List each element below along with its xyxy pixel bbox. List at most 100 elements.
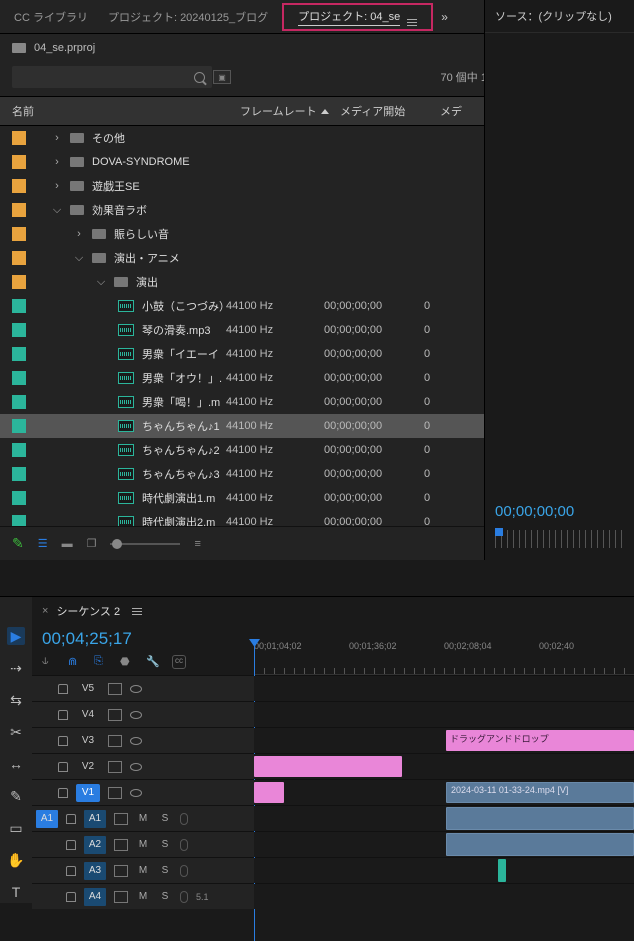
- label-color-swatch[interactable]: [12, 347, 26, 361]
- mute-button[interactable]: M: [136, 865, 150, 876]
- label-color-swatch[interactable]: [12, 251, 26, 265]
- tab-cc-library[interactable]: CC ライブラリ: [8, 5, 94, 29]
- snap-icon[interactable]: ⋒: [68, 655, 82, 669]
- hamburger-icon[interactable]: [407, 19, 417, 26]
- disclosure-arrow-icon[interactable]: ›: [74, 228, 84, 240]
- sequence-tab[interactable]: × シーケンス 2: [32, 597, 634, 625]
- thumbnail-size-slider[interactable]: [110, 543, 180, 545]
- track-content[interactable]: [254, 832, 634, 857]
- track-content[interactable]: 2024-03-11 01-33-24.mp4 [V]: [254, 780, 634, 805]
- timeline-audio-clip[interactable]: [446, 807, 634, 830]
- voiceover-mic-icon[interactable]: [180, 891, 188, 903]
- source-playhead[interactable]: [495, 528, 503, 536]
- lock-icon[interactable]: [66, 814, 76, 824]
- source-ruler[interactable]: [495, 530, 624, 548]
- lock-icon[interactable]: [58, 684, 68, 694]
- solo-button[interactable]: S: [158, 813, 172, 824]
- search-input[interactable]: [12, 66, 212, 88]
- timeline-clip[interactable]: ドラッグアンドドロップ: [446, 730, 634, 751]
- lock-icon[interactable]: [58, 710, 68, 720]
- marker-icon[interactable]: ⬣: [120, 655, 134, 669]
- insert-icon[interactable]: ⫝: [42, 655, 56, 669]
- voiceover-mic-icon[interactable]: [180, 839, 188, 851]
- track-content[interactable]: [254, 858, 634, 883]
- ripple-edit-tool[interactable]: ⇆: [7, 691, 25, 709]
- mute-button[interactable]: M: [136, 891, 150, 902]
- eye-icon[interactable]: [130, 763, 142, 771]
- lock-icon[interactable]: [58, 762, 68, 772]
- mute-button[interactable]: M: [136, 813, 150, 824]
- label-color-swatch[interactable]: [12, 371, 26, 385]
- sync-lock-icon[interactable]: [114, 891, 128, 903]
- lock-icon[interactable]: [66, 866, 76, 876]
- timeline-audio-clip[interactable]: [498, 859, 506, 882]
- slip-tool[interactable]: ↔: [7, 755, 25, 773]
- label-color-swatch[interactable]: [12, 203, 26, 217]
- eye-icon[interactable]: [130, 737, 142, 745]
- label-color-swatch[interactable]: [12, 323, 26, 337]
- pencil-icon[interactable]: ✎: [12, 535, 24, 552]
- new-search-bin-button[interactable]: ▣: [213, 70, 231, 84]
- list-view-button[interactable]: ☰: [38, 537, 48, 550]
- track-select-tool[interactable]: ⇢: [7, 659, 25, 677]
- icon-view-button[interactable]: ▬: [62, 538, 73, 550]
- timeline-clip[interactable]: [254, 782, 284, 803]
- freeform-view-button[interactable]: ❐: [87, 537, 97, 550]
- eye-icon[interactable]: [130, 711, 142, 719]
- timeline-clip[interactable]: [254, 756, 402, 777]
- timeline-audio-clip[interactable]: [446, 833, 634, 856]
- label-color-swatch[interactable]: [12, 443, 26, 457]
- video-track-target[interactable]: V3: [76, 732, 100, 750]
- sort-menu-icon[interactable]: ≡: [194, 538, 200, 550]
- timeline-clip[interactable]: 2024-03-11 01-33-24.mp4 [V]: [446, 782, 634, 803]
- audio-track-target[interactable]: A2: [84, 836, 106, 854]
- sync-lock-icon[interactable]: [114, 865, 128, 877]
- label-color-swatch[interactable]: [12, 299, 26, 313]
- col-framerate[interactable]: フレームレート: [240, 103, 340, 119]
- razor-tool[interactable]: ✂: [7, 723, 25, 741]
- label-color-swatch[interactable]: [12, 515, 26, 526]
- col-media-start[interactable]: メディア開始: [340, 103, 440, 119]
- label-color-swatch[interactable]: [12, 131, 26, 145]
- source-timecode[interactable]: 00;00;00;00: [485, 493, 634, 530]
- label-color-swatch[interactable]: [12, 395, 26, 409]
- timeline-ruler[interactable]: 00;01;04;02 00;01;36;02 00;02;08;04 00;0…: [254, 641, 634, 675]
- linked-selection-icon[interactable]: ⎘: [94, 655, 108, 669]
- disclosure-arrow-icon[interactable]: ⌵: [52, 204, 62, 217]
- lock-icon[interactable]: [58, 736, 68, 746]
- label-color-swatch[interactable]: [12, 227, 26, 241]
- audio-track-target[interactable]: A1: [84, 810, 106, 828]
- audio-track-target[interactable]: A3: [84, 862, 106, 880]
- disclosure-arrow-icon[interactable]: ›: [52, 180, 62, 192]
- sequence-menu-icon[interactable]: [132, 608, 142, 615]
- track-content[interactable]: ドラッグアンドドロップ: [254, 728, 634, 753]
- close-icon[interactable]: ×: [42, 605, 48, 617]
- sync-lock-icon[interactable]: [114, 839, 128, 851]
- eye-icon[interactable]: [130, 685, 142, 693]
- solo-button[interactable]: S: [158, 891, 172, 902]
- tab-project-2[interactable]: プロジェクト: 04_se: [282, 3, 433, 31]
- video-track-target[interactable]: V1: [76, 784, 100, 802]
- tab-project-1[interactable]: プロジェクト: 20240125_ブログ: [102, 5, 274, 29]
- audio-source-patch[interactable]: A1: [36, 810, 58, 828]
- solo-button[interactable]: S: [158, 839, 172, 850]
- track-content[interactable]: [254, 754, 634, 779]
- sync-lock-icon[interactable]: [108, 761, 122, 773]
- track-content[interactable]: [254, 806, 634, 831]
- timeline-timecode[interactable]: 00;04;25;17: [32, 625, 254, 653]
- cc-icon[interactable]: cc: [172, 655, 186, 669]
- pen-tool[interactable]: ✎: [7, 787, 25, 805]
- wrench-icon[interactable]: 🔧: [146, 655, 160, 669]
- video-track-target[interactable]: V4: [76, 706, 100, 724]
- source-tab[interactable]: ソース：(クリップなし): [485, 0, 634, 33]
- rectangle-tool[interactable]: ▭: [7, 819, 25, 837]
- solo-button[interactable]: S: [158, 865, 172, 876]
- video-track-target[interactable]: V2: [76, 758, 100, 776]
- lock-icon[interactable]: [66, 892, 76, 902]
- tabs-overflow-button[interactable]: »: [441, 10, 448, 24]
- disclosure-arrow-icon[interactable]: ›: [52, 132, 62, 144]
- type-tool[interactable]: T: [7, 883, 25, 901]
- selection-tool[interactable]: ▶: [7, 627, 25, 645]
- label-color-swatch[interactable]: [12, 155, 26, 169]
- sync-lock-icon[interactable]: [108, 709, 122, 721]
